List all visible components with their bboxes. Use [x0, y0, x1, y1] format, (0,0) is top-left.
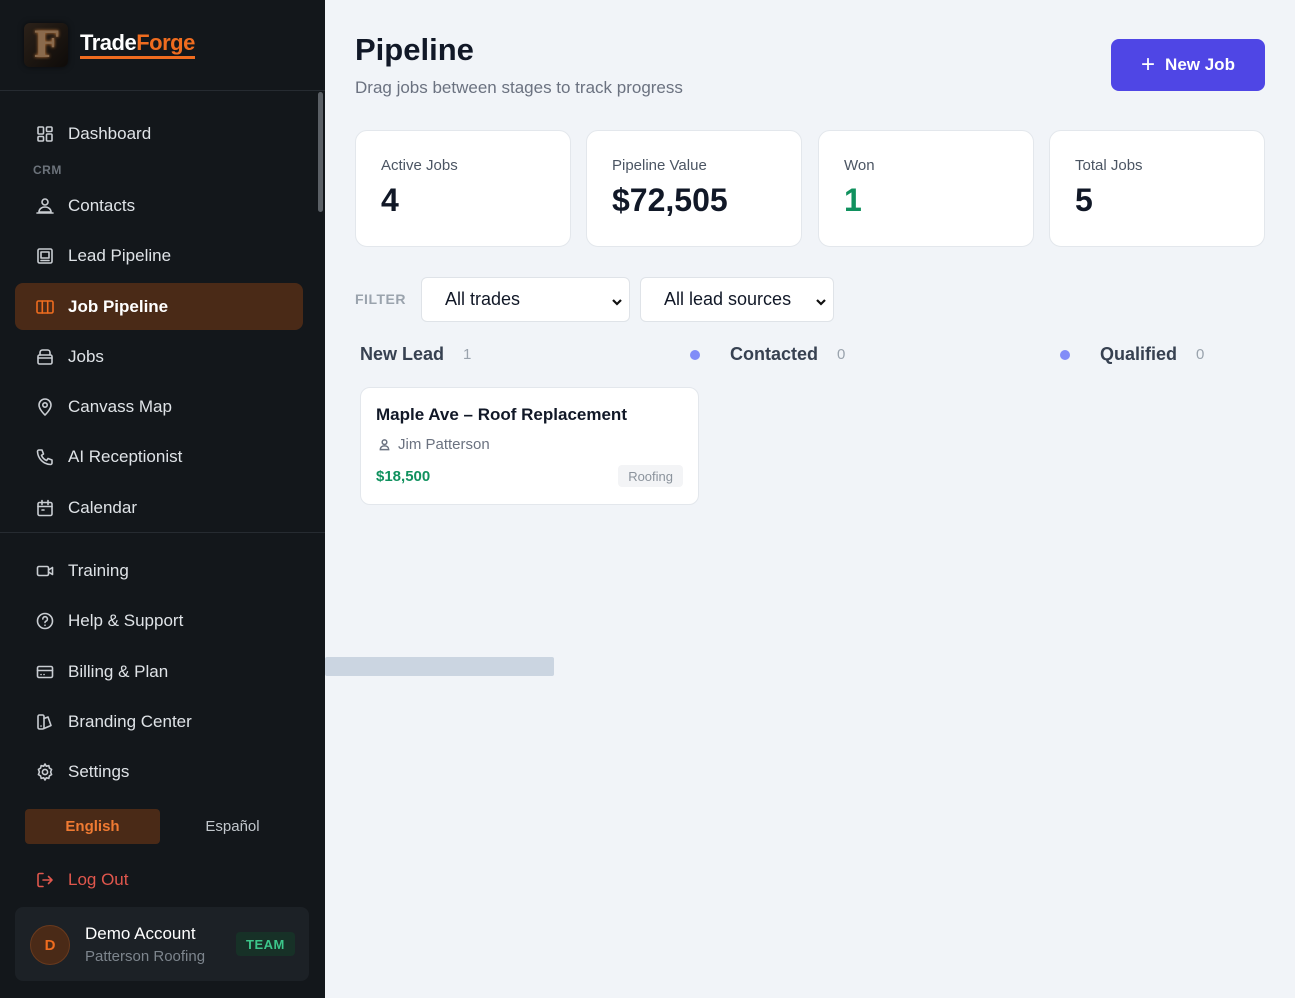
column-name: Qualified: [1100, 344, 1178, 364]
avatar: D: [30, 925, 70, 965]
calendar-icon: [35, 498, 55, 518]
stage-dot-icon: [1060, 350, 1070, 360]
sidebar-item-label: AI Receptionist: [68, 446, 183, 466]
sidebar-item-label: Contacts: [68, 195, 136, 215]
sidebar-item-label: Canvass Map: [68, 396, 172, 416]
column-header-contacted: Contacted 0: [730, 344, 845, 365]
clipboard-icon: [35, 246, 55, 266]
stat-value: 4: [381, 182, 399, 218]
column-header-new-lead: New Lead 1: [360, 344, 471, 365]
stat-value: 5: [1075, 182, 1093, 218]
sidebar-item-job-pipeline[interactable]: Job Pipeline: [15, 283, 303, 330]
logout-icon: [35, 870, 55, 890]
select-value: All lead sources: [664, 289, 792, 309]
user-icon: [379, 439, 390, 451]
stat-label: Pipeline Value: [612, 157, 707, 174]
brand[interactable]: F TradeForge: [0, 0, 325, 91]
sidebar-scrollbar[interactable]: [318, 92, 323, 212]
logout-button[interactable]: Log Out: [15, 856, 303, 903]
page-title: Pipeline: [355, 32, 474, 67]
stage-dot-icon: [690, 350, 700, 360]
help-circle-icon: [35, 611, 55, 631]
stat-label: Total Jobs: [1075, 157, 1143, 174]
sidebar-item-label: Help & Support: [68, 610, 184, 630]
stat-value: 1: [844, 182, 862, 218]
job-card[interactable]: Maple Ave – Roof Replacement Jim Patters…: [360, 387, 699, 505]
page-subtitle: Drag jobs between stages to track progre…: [355, 78, 683, 97]
sidebar-item-label: Training: [68, 560, 129, 580]
job-title: Maple Ave – Roof Replacement: [376, 405, 627, 424]
sidebar-item-label: Lead Pipeline: [68, 245, 172, 265]
column-count: 0: [837, 346, 846, 363]
phone-icon: [35, 447, 55, 467]
account-card[interactable]: D Demo Account Patterson Roofing TEAM: [15, 907, 309, 981]
contact-name: Jim Patterson: [398, 436, 490, 453]
sidebar-divider: [0, 532, 325, 533]
sidebar-item-label: Job Pipeline: [68, 296, 169, 316]
stat-card-active-jobs: Active Jobs 4: [355, 130, 571, 247]
sidebar-item-label: Dashboard: [68, 123, 152, 143]
column-name: New Lead: [360, 344, 445, 364]
sidebar-item-dashboard[interactable]: Dashboard: [15, 110, 303, 157]
job-contact: Jim Patterson: [378, 436, 490, 453]
sidebar-item-label: Billing & Plan: [68, 661, 169, 681]
account-org: Patterson Roofing: [85, 948, 206, 965]
filter-label: FILTER: [355, 291, 406, 307]
grid-icon: [35, 124, 55, 144]
sidebar-item-canvass-map[interactable]: Canvass Map: [15, 383, 303, 430]
palette-icon: [35, 712, 55, 732]
sidebar-item-settings[interactable]: Settings: [15, 748, 303, 795]
brand-name: TradeForge: [80, 31, 195, 59]
chevron-down-icon: [815, 292, 827, 306]
account-name: Demo Account: [85, 924, 196, 943]
board-horizontal-scrollbar[interactable]: [325, 657, 554, 676]
sidebar-item-help-support[interactable]: Help & Support: [15, 597, 303, 644]
language-spanish-button[interactable]: Español: [165, 809, 300, 844]
credit-card-icon: [35, 662, 55, 682]
columns-icon: [35, 297, 55, 317]
sidebar-item-label: Calendar: [68, 497, 137, 517]
sidebar-item-branding-center[interactable]: Branding Center: [15, 698, 303, 745]
sidebar-item-label: Settings: [68, 761, 130, 781]
job-amount: $18,500: [376, 468, 431, 485]
stat-value: $72,505: [612, 182, 728, 218]
sidebar-item-contacts[interactable]: Contacts: [15, 182, 303, 229]
language-english-button[interactable]: English: [25, 809, 160, 844]
column-header-qualified: Qualified 0: [1100, 344, 1204, 365]
video-icon: [35, 561, 55, 581]
sidebar-item-lead-pipeline[interactable]: Lead Pipeline: [15, 232, 303, 279]
stat-card-total-jobs: Total Jobs 5: [1049, 130, 1265, 247]
stat-label: Active Jobs: [381, 157, 458, 174]
column-name: Contacted: [730, 344, 819, 364]
column-count: 0: [1196, 346, 1205, 363]
sidebar: F TradeForge Dashboard CRM Contacts Lead…: [0, 0, 325, 998]
trade-tag: Roofing: [618, 465, 683, 487]
trade-filter-select[interactable]: All trades: [421, 277, 630, 322]
stat-card-pipeline-value: Pipeline Value $72,505: [586, 130, 802, 247]
sidebar-item-jobs[interactable]: Jobs: [15, 333, 303, 380]
chevron-down-icon: [611, 292, 623, 306]
team-badge: TEAM: [236, 932, 295, 956]
sidebar-item-billing-plan[interactable]: Billing & Plan: [15, 648, 303, 695]
stat-card-won: Won 1: [818, 130, 1034, 247]
briefcase-icon: [35, 347, 55, 367]
sidebar-item-label: Branding Center: [68, 711, 192, 731]
map-pin-icon: [35, 397, 55, 417]
sidebar-item-training[interactable]: Training: [15, 547, 303, 594]
sidebar-item-calendar[interactable]: Calendar: [15, 484, 303, 531]
column-count: 1: [463, 346, 472, 363]
section-label-crm: CRM: [33, 163, 62, 177]
sidebar-item-ai-receptionist[interactable]: AI Receptionist: [15, 433, 303, 480]
lead-source-filter-select[interactable]: All lead sources: [640, 277, 834, 322]
stat-label: Won: [844, 157, 875, 174]
select-value: All trades: [445, 289, 521, 309]
user-group-icon: [35, 196, 55, 216]
new-job-label: New Job: [1165, 55, 1235, 74]
logo-icon: F: [24, 23, 68, 67]
sidebar-item-label: Jobs: [68, 346, 104, 366]
logout-label: Log Out: [68, 869, 129, 889]
gear-icon: [35, 762, 55, 782]
plus-icon: +: [1141, 51, 1156, 78]
new-job-button[interactable]: + New Job: [1111, 39, 1265, 91]
